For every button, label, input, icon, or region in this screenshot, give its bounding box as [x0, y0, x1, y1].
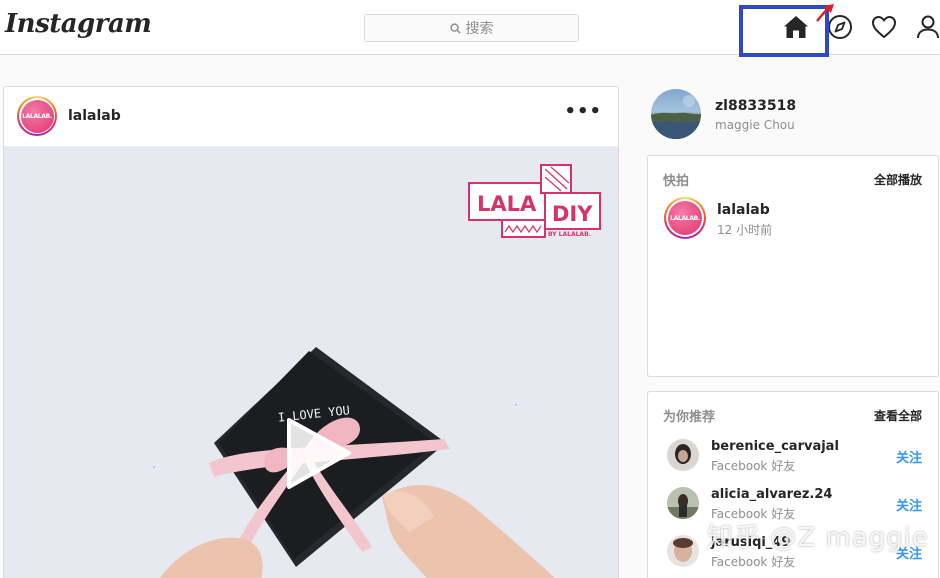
profile-photo: [651, 95, 701, 139]
suggestion-source: Facebook 好友: [711, 459, 796, 473]
follow-button[interactable]: 关注: [896, 495, 922, 514]
suggestions-title: 为你推荐: [663, 410, 716, 425]
logo-text-sub: BY LALALAB.: [548, 231, 591, 238]
annotation-arrow: [816, 4, 834, 22]
story-username[interactable]: lalalab: [717, 202, 770, 218]
follow-button[interactable]: 关注: [896, 447, 922, 466]
suggestion-source: Facebook 好友: [711, 555, 796, 569]
top-nav: Instagram 搜索: [0, 0, 940, 57]
suggestion-avatar[interactable]: [667, 439, 699, 471]
post-username[interactable]: lalalab: [68, 108, 121, 124]
feed-post: LALALAB. lalalab ••• LALA DIY BY LALALAB…: [3, 86, 619, 578]
story-time: 12 小时前: [717, 223, 773, 237]
zhihu-watermark: 知乎 @Z maggie: [707, 523, 929, 553]
watch-all-button[interactable]: 全部播放: [874, 171, 922, 188]
stories-title: 快拍: [663, 174, 690, 189]
profile-fullname: maggie Chou: [715, 118, 795, 132]
suggestion-avatar[interactable]: [667, 535, 699, 567]
see-all-button[interactable]: 查看全部: [874, 407, 922, 424]
post-video[interactable]: LALA DIY BY LALALAB. I LOVE YOU: [4, 147, 618, 578]
profile-username[interactable]: zl8833518: [715, 98, 796, 114]
video-frame: LALA DIY BY LALALAB. I LOVE YOU: [153, 164, 601, 578]
post-header: LALALAB. lalalab •••: [4, 87, 618, 147]
profile-avatar[interactable]: [651, 89, 701, 139]
stories-panel: 快拍 全部播放 LALALAB. lalalab 12 小时前: [647, 155, 939, 377]
story-avatar[interactable]: LALALAB.: [664, 197, 706, 239]
avatar-logo-text: LALALAB.: [20, 99, 54, 133]
story-avatar-text: LALALAB.: [668, 201, 702, 235]
lala-diy-logo: LALA DIY BY LALALAB.: [468, 164, 601, 238]
logo-text-diy: DIY: [552, 202, 593, 226]
suggestion-avatar[interactable]: [667, 487, 699, 519]
heart-icon[interactable]: [871, 14, 897, 40]
logo-text-lala: LALA: [477, 192, 537, 216]
post-avatar[interactable]: LALALAB.: [17, 96, 57, 136]
suggestion-username[interactable]: berenice_carvajal: [711, 439, 839, 454]
more-options-icon[interactable]: •••: [564, 103, 602, 121]
person-icon[interactable]: [915, 14, 940, 40]
suggestion-row: berenice_carvajal Facebook 好友 关注: [648, 439, 938, 485]
suggestion-username[interactable]: alicia_alvarez.24: [711, 487, 832, 502]
